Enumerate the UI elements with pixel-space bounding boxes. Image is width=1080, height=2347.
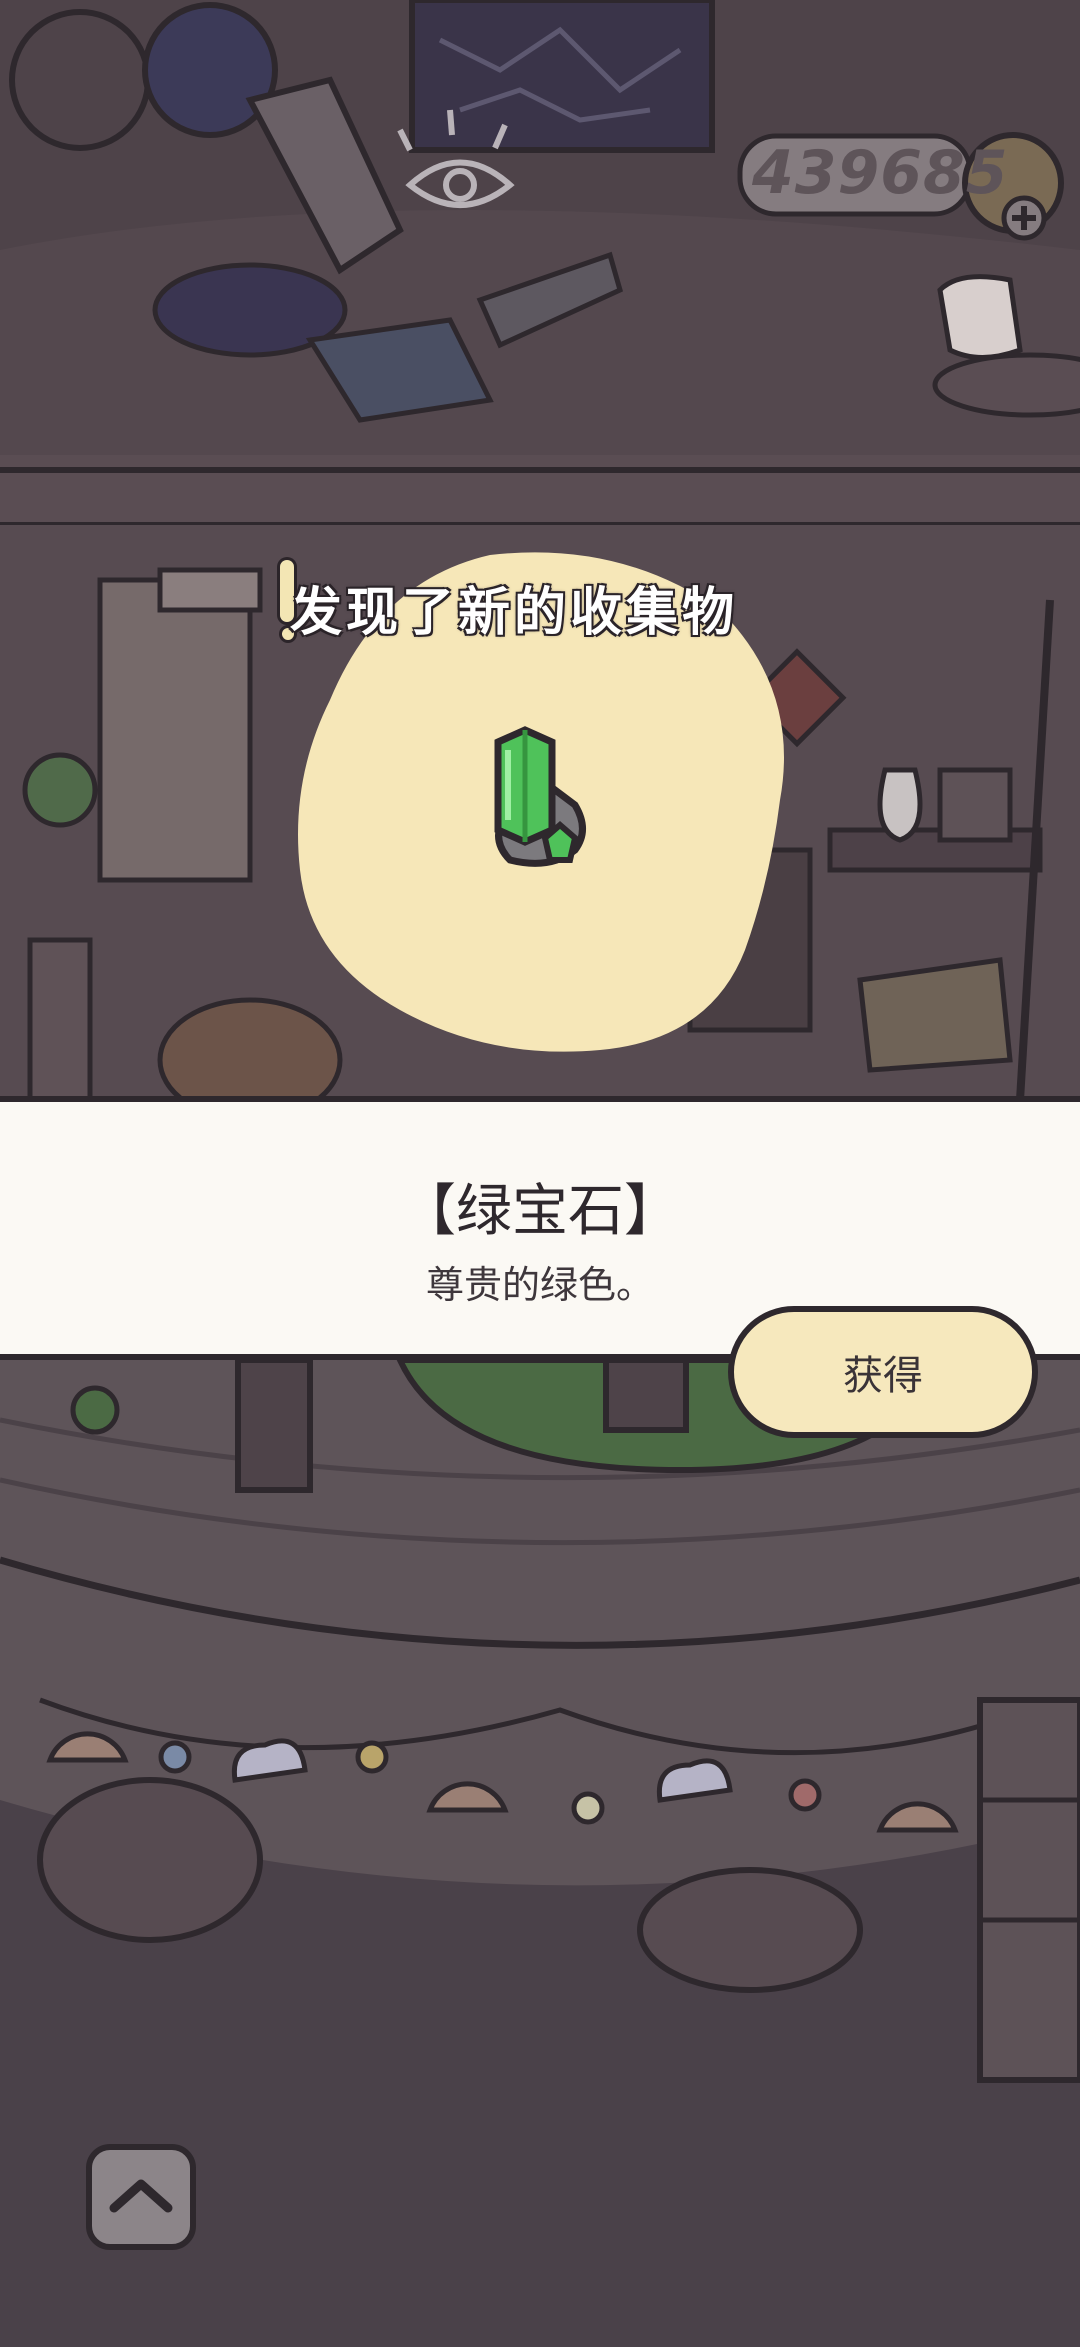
chevron-up-icon	[109, 2179, 173, 2213]
popup-title: 发现了新的收集物	[290, 583, 739, 643]
plus-icon[interactable]	[1000, 194, 1048, 242]
item-name: 【绿宝石】	[400, 1179, 680, 1244]
obtain-button-label: 获得	[843, 1353, 923, 1399]
green-gem-icon	[494, 726, 586, 867]
coin-count: 439685	[752, 138, 1009, 208]
collapse-button[interactable]	[86, 2144, 196, 2250]
item-description: 尊贵的绿色。	[425, 1263, 654, 1307]
obtain-button[interactable]: 获得	[728, 1306, 1038, 1438]
